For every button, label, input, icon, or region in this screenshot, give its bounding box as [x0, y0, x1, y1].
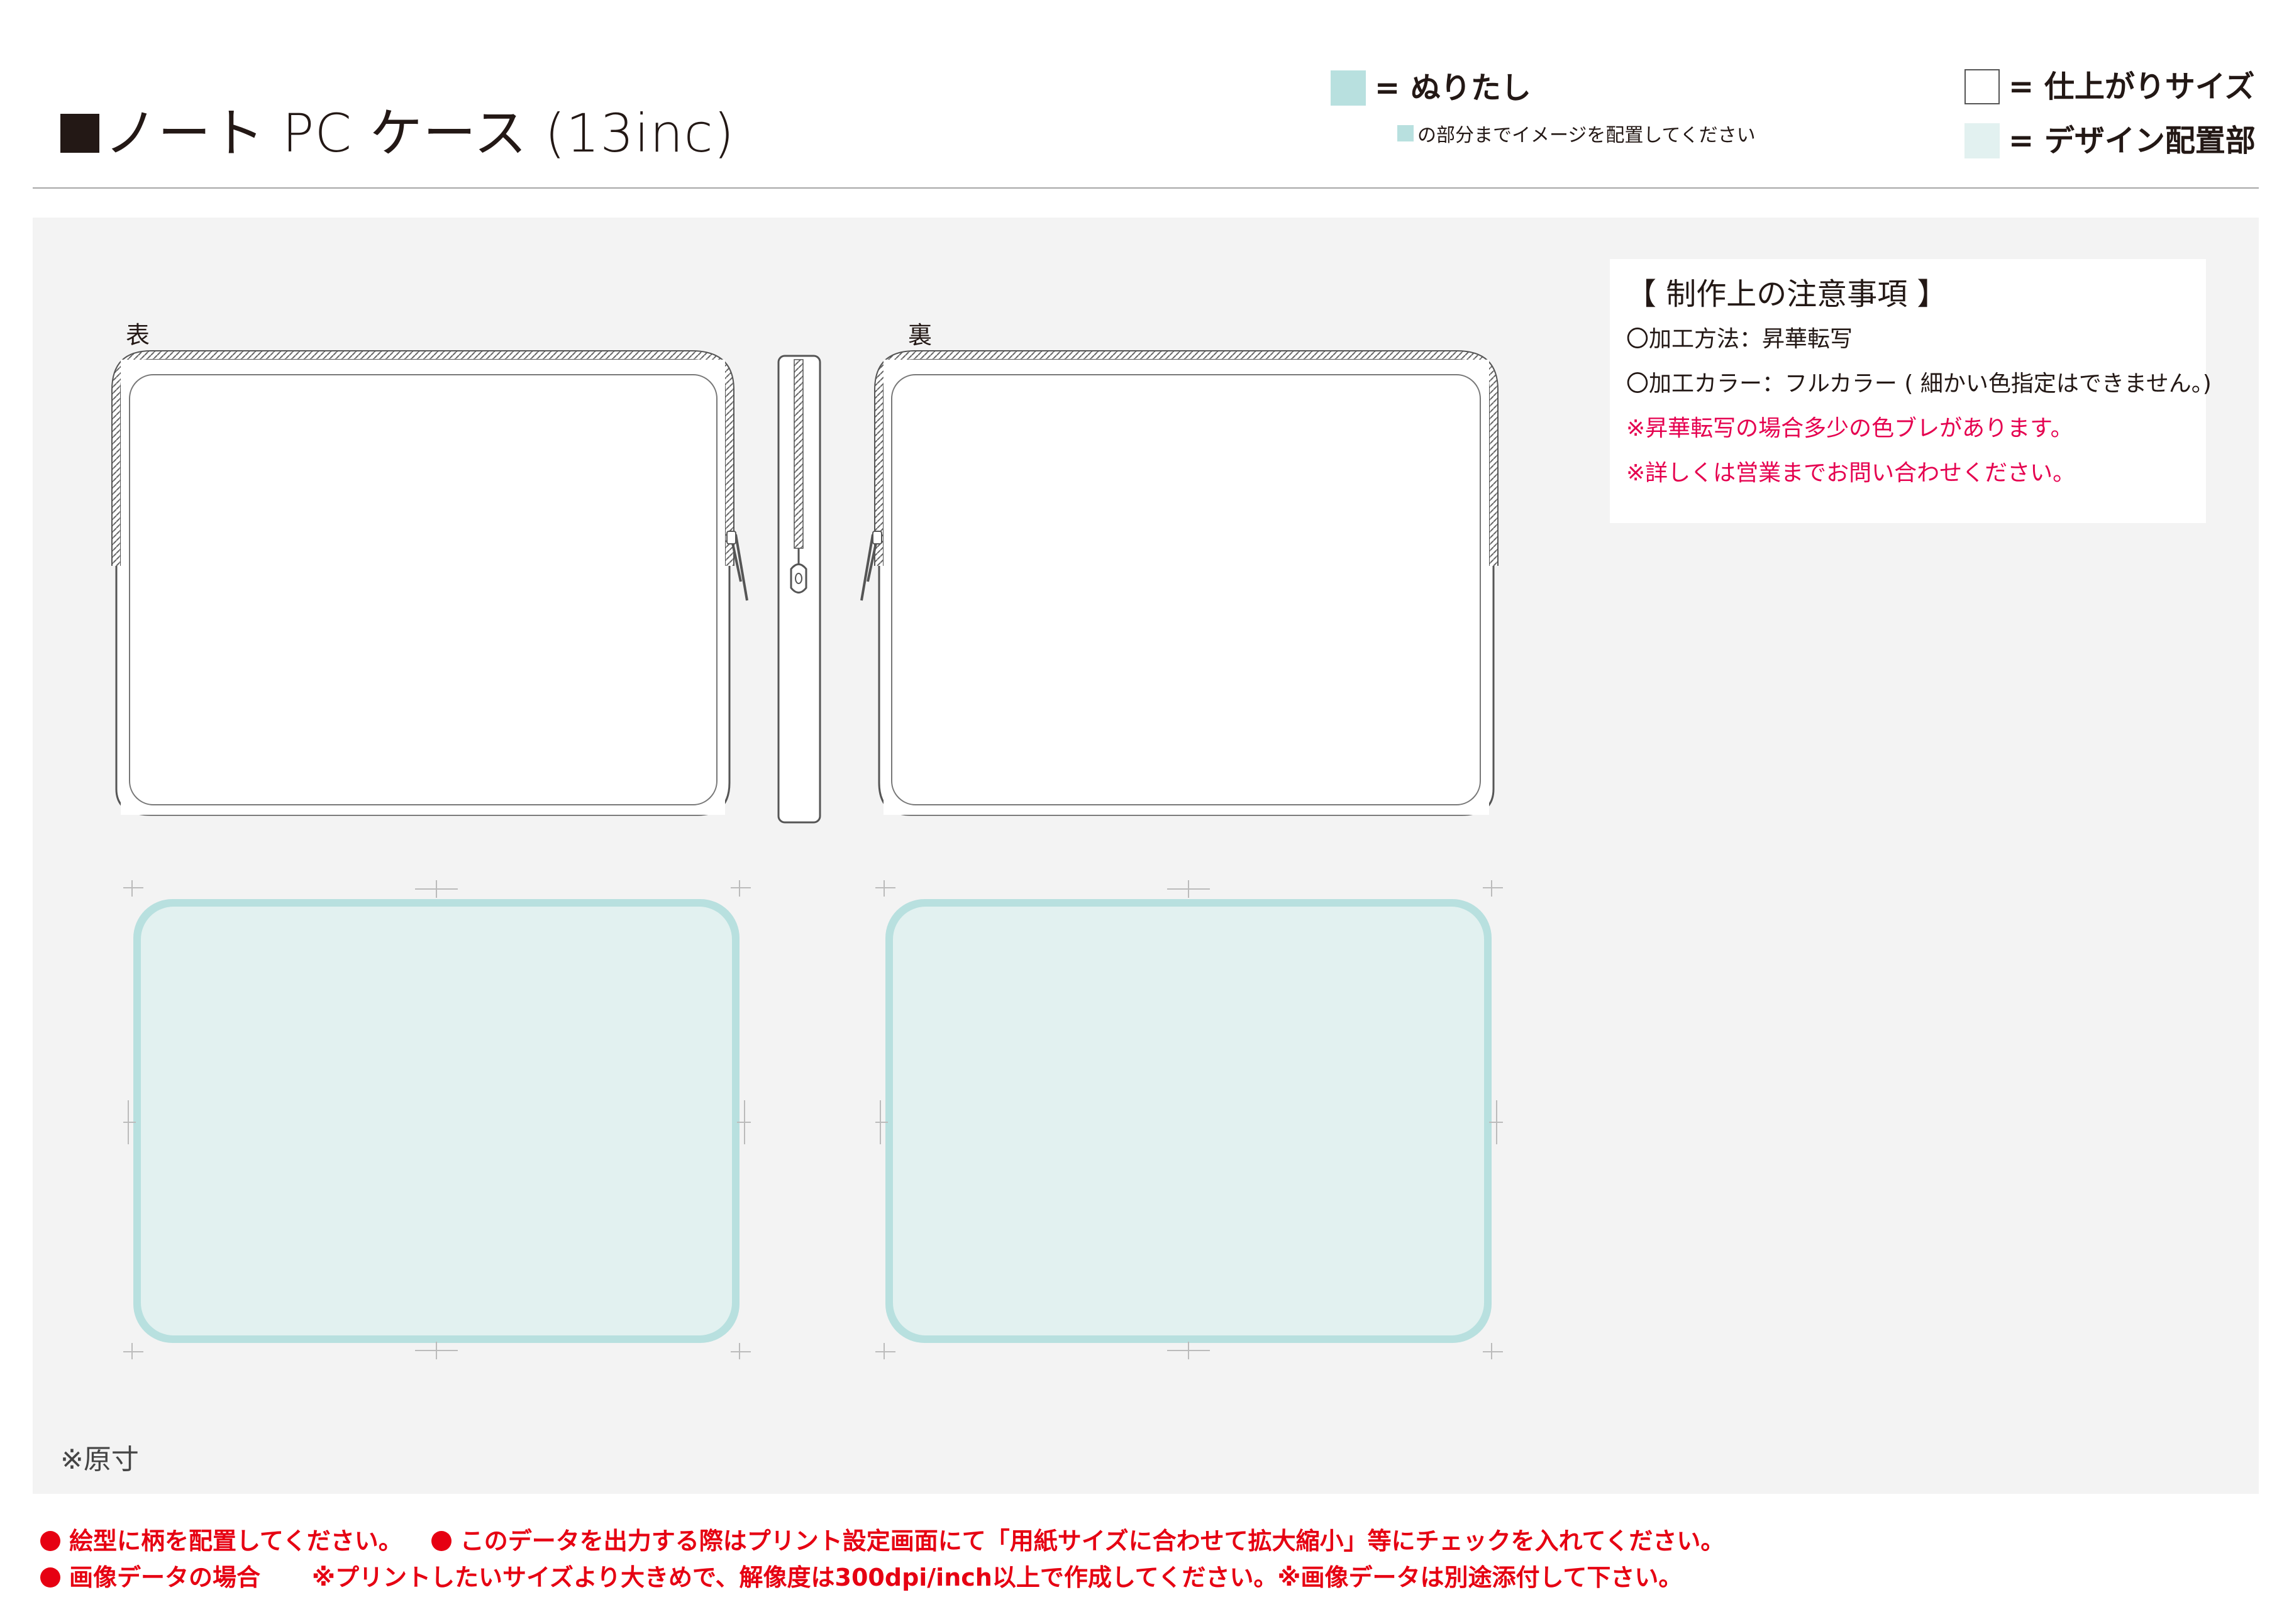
footer-item-3-text: ※プリントしたいサイズより大きめで、解像度は300dpi/inch以上で作成して…	[312, 1564, 1683, 1591]
footer-line-1: 絵型に柄を配置してください。 このデータを出力する際はプリント設定画面にて「用紙…	[40, 1529, 1724, 1553]
footer-item-2: このデータを出力する際はプリント設定画面にて「用紙サイズに合わせて拡大縮小」等に…	[460, 1527, 1725, 1555]
notice-line-method: 〇加工方法：昇華転写	[1626, 326, 1853, 352]
bullet-icon	[40, 1531, 60, 1551]
production-notice: 【 制作上の注意事項 】 〇加工方法：昇華転写 〇加工カラー：フルカラー ( 細…	[1610, 259, 2212, 523]
front-case-outline	[111, 350, 748, 816]
bullet-icon	[431, 1531, 452, 1551]
back-design-template	[875, 880, 1503, 1359]
front-design-template	[123, 880, 751, 1359]
back-case-outline	[860, 350, 1499, 816]
notice-line-color: 〇加工カラー：フルカラー ( 細かい色指定はできません。)	[1626, 371, 2212, 397]
footer-item-3-label: 画像データの場合	[69, 1564, 261, 1591]
bullet-icon	[40, 1567, 60, 1588]
notice-line-contact: ※詳しくは営業までお問い合わせください。	[1626, 460, 2076, 486]
case-drawings	[111, 350, 1503, 1359]
notice-title: 【 制作上の注意事項 】	[1626, 277, 1948, 312]
scale-note: ※原寸	[60, 1444, 139, 1476]
footer-line-2: 画像データの場合 ※プリントしたいサイズより大きめで、解像度は300dpi/in…	[40, 1566, 1682, 1589]
footer-item-1: 絵型に柄を配置してください。	[69, 1527, 402, 1555]
side-case-outline	[777, 355, 821, 824]
notice-line-warning: ※昇華転写の場合多少の色ブレがあります。	[1626, 416, 2073, 441]
